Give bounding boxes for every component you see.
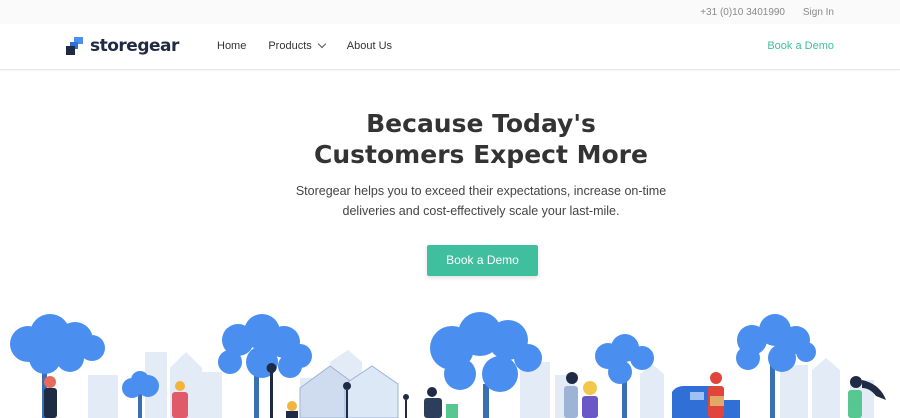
chevron-down-icon [317,39,327,49]
storegear-logo-icon [66,37,84,55]
sign-in-link[interactable]: Sign In [803,7,834,18]
nav-home[interactable]: Home [217,40,246,52]
nav-products-label: Products [268,40,312,52]
book-demo-button[interactable]: Book a Demo [427,245,538,276]
nav-links: Home Products About Us [217,39,392,52]
delivery-van [672,386,740,418]
hero-title: Because Today's Customers Expect More [0,108,900,170]
top-utility-bar: +31 (0)10 3401990 Sign In [0,0,900,24]
city-illustration [10,312,886,418]
nav-book-demo-link[interactable]: Book a Demo [767,40,834,52]
hero-title-line-1: Because Today's [366,109,596,138]
logo-text: storegear [90,36,179,56]
nav-about-us[interactable]: About Us [347,40,392,52]
hero-subtitle: Storegear helps you to exceed their expe… [0,181,900,221]
main-navbar: storegear Home Products About Us Book a … [0,24,900,70]
hero-subtitle-line-1: Storegear helps you to exceed their expe… [295,184,667,198]
hero-subtitle-line-2: deliveries and cost-effectively scale yo… [342,204,620,218]
nav-products[interactable]: Products [268,39,327,52]
logo[interactable]: storegear [66,36,179,56]
phone-number[interactable]: +31 (0)10 3401990 [700,7,785,18]
hero-title-line-2: Customers Expect More [314,140,648,169]
